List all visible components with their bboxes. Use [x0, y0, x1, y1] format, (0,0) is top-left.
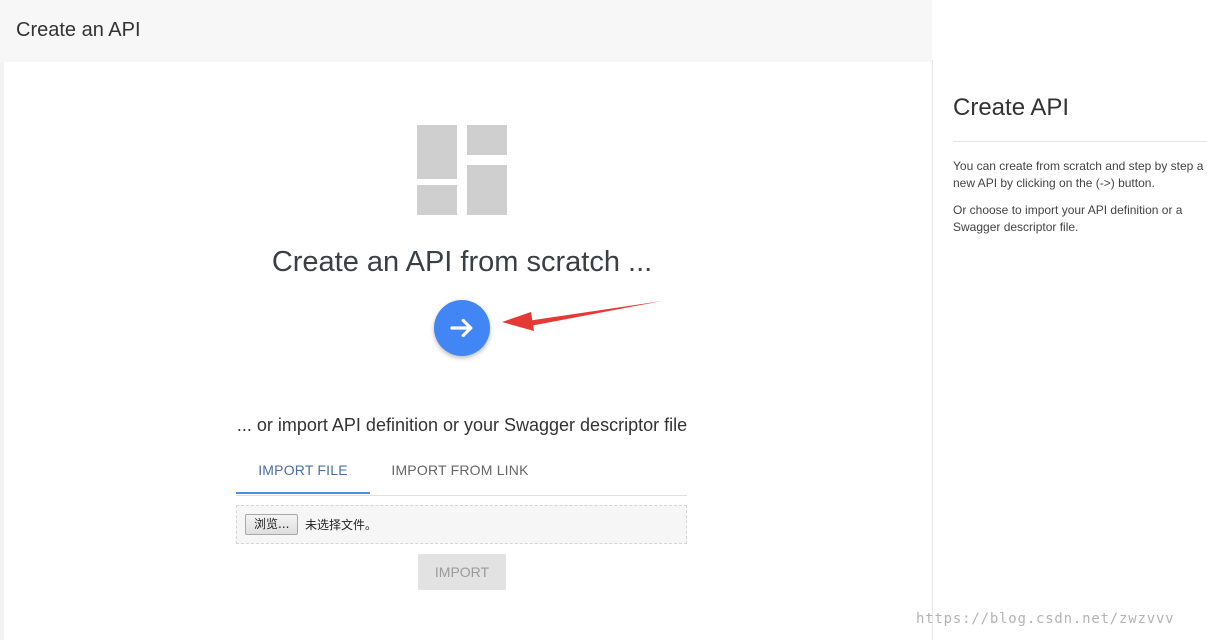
create-from-scratch-title: Create an API from scratch ...: [271, 246, 653, 278]
browse-button[interactable]: 浏览...: [245, 514, 299, 535]
dashboard-layout-icon: [417, 125, 507, 215]
import-subtitle: ... or import API definition or your Swa…: [236, 415, 688, 435]
file-drop-area[interactable]: 浏览... 未选择文件。: [236, 505, 687, 544]
sidebar-divider: [932, 60, 933, 640]
sidebar-paragraph: You can create from scratch and step by …: [953, 159, 1204, 190]
sidebar-title: Create API: [953, 94, 1070, 121]
file-status-text: 未选择文件。: [305, 518, 378, 532]
create-from-scratch-button[interactable]: [434, 300, 490, 356]
import-button[interactable]: IMPORT: [418, 554, 506, 590]
tab-import-from-link[interactable]: IMPORT FROM LINK: [370, 451, 550, 494]
annotation-arrow: [502, 301, 662, 331]
tab-import-file[interactable]: IMPORT FILE: [236, 451, 370, 494]
sidebar-paragraph: Or choose to import your API definition …: [953, 203, 1183, 234]
page-header: Create an API: [0, 0, 932, 62]
page-title: Create an API: [16, 19, 141, 41]
import-tabs: IMPORT FILE IMPORT FROM LINK: [236, 451, 687, 496]
watermark-text: https://blog.csdn.net/zwzvvv: [916, 611, 1175, 627]
sidebar-rule: [953, 141, 1207, 142]
arrow-right-icon: [450, 318, 473, 338]
left-edge: [0, 62, 4, 640]
